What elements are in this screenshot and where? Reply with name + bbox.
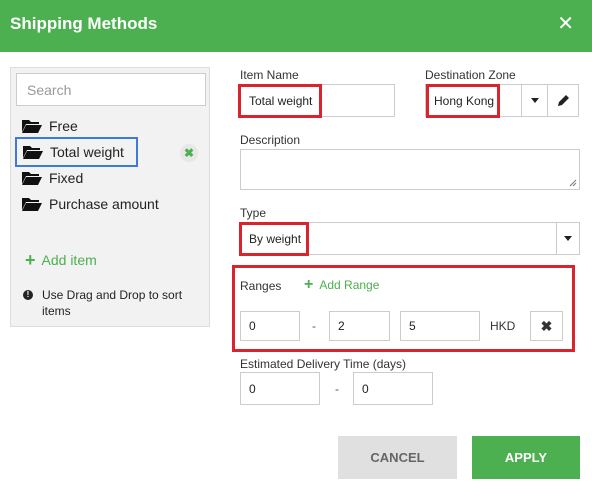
type-label: Type (240, 206, 267, 220)
list-item-label: Free (49, 118, 78, 134)
range-from-value: 0 (249, 319, 256, 333)
edit-zone-button[interactable] (547, 84, 579, 117)
range-dash: - (312, 319, 316, 333)
resize-grip-icon (569, 179, 577, 187)
folder-open-icon (22, 172, 42, 185)
delivery-to-input[interactable]: 0 (353, 372, 433, 405)
search-input[interactable] (16, 73, 206, 106)
delivery-to-value: 0 (362, 381, 369, 396)
range-from-input[interactable]: 0 (240, 311, 300, 341)
list-item-purchase-amount[interactable]: Purchase amount (16, 190, 165, 218)
pencil-icon (557, 95, 569, 106)
plus-icon: + (25, 250, 36, 270)
dialog-header: Shipping Methods ✕ (0, 0, 592, 52)
highlight-type (239, 222, 309, 256)
add-item-button[interactable]: + Add item (25, 250, 97, 270)
item-name-label: Item Name (240, 68, 299, 82)
caret-down-icon (530, 98, 539, 103)
folder-open-icon (22, 120, 42, 133)
add-item-label: Add item (41, 252, 97, 268)
close-icon[interactable]: ✕ (557, 14, 574, 34)
apply-button[interactable]: APPLY (472, 436, 580, 479)
close-icon: ✖ (540, 317, 553, 334)
description-textarea[interactable] (240, 149, 580, 190)
list-item-fixed[interactable]: Fixed (16, 164, 89, 192)
destination-zone-label: Destination Zone (425, 68, 516, 82)
folder-open-icon (23, 146, 43, 159)
hint-text: Use Drag and Drop to sort items (42, 288, 183, 318)
list-item-label: Purchase amount (49, 196, 159, 212)
info-icon: ! (23, 290, 33, 300)
range-to-input[interactable]: 2 (329, 311, 390, 341)
highlight-destination (426, 84, 500, 118)
delivery-time-label: Estimated Delivery Time (days) (240, 357, 407, 371)
ranges-label: Ranges (240, 279, 282, 293)
dialog-title: Shipping Methods (10, 14, 158, 33)
description-label: Description (240, 133, 301, 147)
destination-dropdown-button[interactable] (521, 84, 548, 117)
list-item-free[interactable]: Free (16, 112, 84, 140)
list-item-total-weight[interactable]: Total weight (15, 137, 138, 167)
remove-range-button[interactable]: ✖ (530, 311, 563, 341)
items-panel: Free Total weight ✖ Fixed Purchase amoun… (10, 67, 210, 327)
delivery-dash: - (335, 382, 339, 396)
list-item-label: Total weight (50, 144, 124, 160)
currency-label: HKD (490, 319, 516, 333)
plus-icon: + (304, 276, 314, 293)
select-divider (556, 223, 557, 254)
delivery-from-value: 0 (249, 381, 256, 396)
caret-down-icon[interactable] (564, 236, 572, 241)
delivery-from-input[interactable]: 0 (240, 372, 320, 405)
add-range-button[interactable]: + Add Range (304, 276, 380, 293)
drag-hint: ! Use Drag and Drop to sort items (23, 287, 203, 319)
list-item-label: Fixed (49, 170, 84, 186)
cancel-button[interactable]: CANCEL (338, 436, 457, 479)
range-to-value: 2 (338, 319, 345, 333)
add-range-label: Add Range (319, 278, 380, 292)
range-price-input[interactable]: 5 (400, 311, 480, 341)
folder-open-icon (22, 198, 42, 211)
remove-item-icon[interactable]: ✖ (180, 144, 198, 162)
range-price-value: 5 (409, 319, 416, 333)
highlight-item-name (238, 84, 322, 118)
